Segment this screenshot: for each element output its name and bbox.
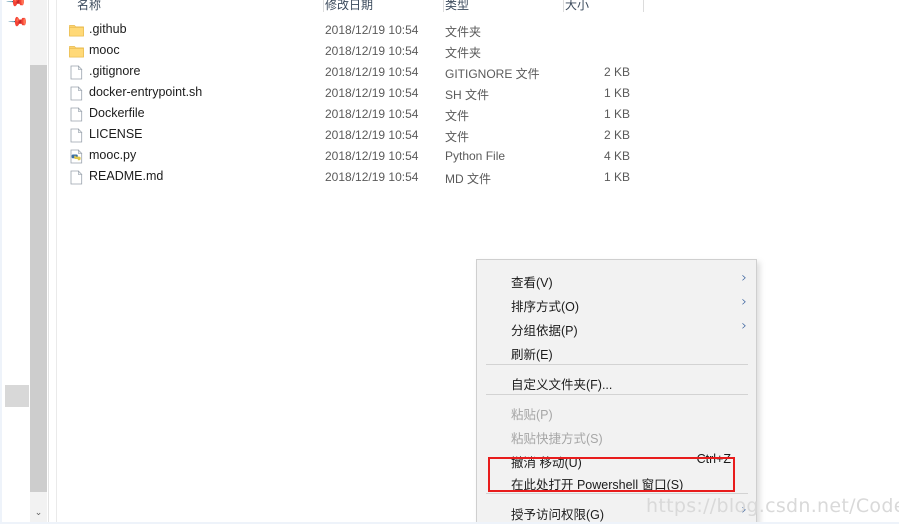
file-date-cell: 2018/12/19 10:54 bbox=[325, 86, 419, 100]
file-size-cell: 1 KB bbox=[603, 107, 630, 121]
file-name-cell: mooc.py bbox=[89, 148, 137, 162]
context-menu-item-label: 授予访问权限(G) bbox=[511, 508, 605, 522]
file-type-cell: SH 文件 bbox=[445, 88, 490, 102]
file-name-cell: Dockerfile bbox=[89, 106, 145, 120]
context-menu-item[interactable]: 在此处打开 Powershell 窗口(S) bbox=[478, 470, 757, 494]
file-row[interactable]: docker-entrypoint.sh 2018/12/19 10:54 SH 文… bbox=[57, 83, 899, 104]
file-row[interactable]: LICENSE 2018/12/19 10:54 文件 2 KB bbox=[57, 125, 899, 146]
file-type-cell: GITIGNORE 文件 bbox=[445, 67, 540, 81]
context-menu-item: 粘贴(P) bbox=[478, 400, 757, 424]
file-name-cell: docker-entrypoint.sh bbox=[89, 85, 203, 99]
pin-icon[interactable]: 📌 bbox=[7, 11, 29, 34]
file-date-cell: 2018/12/19 10:54 bbox=[325, 107, 419, 121]
context-menu-item-label: 撤消 移动(U) bbox=[511, 456, 582, 470]
file-name-cell: LICENSE bbox=[89, 127, 143, 141]
file-row[interactable]: Dockerfile 2018/12/19 10:54 文件 1 KB bbox=[57, 104, 899, 125]
file-icon bbox=[69, 107, 84, 122]
file-size-cell: 1 KB bbox=[603, 86, 630, 100]
folder-icon bbox=[69, 23, 84, 38]
chevron-right-icon: › bbox=[741, 294, 747, 310]
file-date-cell: 2018/12/19 10:54 bbox=[325, 44, 419, 58]
file-row[interactable]: mooc.py 2018/12/19 10:54 Python File 4 KB bbox=[57, 146, 899, 167]
context-menu-item-label: 刷新(E) bbox=[511, 348, 553, 362]
chevron-right-icon: › bbox=[741, 318, 747, 334]
file-icon bbox=[69, 65, 84, 80]
header-underline bbox=[57, 12, 899, 13]
window-left-edge bbox=[0, 0, 2, 524]
file-name-cell: .gitignore bbox=[89, 64, 141, 78]
context-menu-item-label: 分组依据(P) bbox=[511, 324, 578, 338]
file-row[interactable]: .github 2018/12/19 10:54 文件夹 bbox=[57, 20, 899, 41]
file-date-cell: 2018/12/19 10:54 bbox=[325, 23, 419, 37]
menu-separator bbox=[486, 394, 748, 395]
file-date-cell: 2018/12/19 10:54 bbox=[325, 65, 419, 79]
context-menu-item[interactable]: 刷新(E) bbox=[478, 340, 757, 364]
context-menu-item-label: 查看(V) bbox=[511, 276, 553, 290]
chevron-right-icon: › bbox=[741, 270, 747, 286]
context-menu-item[interactable]: 排序方式(O) › bbox=[478, 292, 757, 316]
nav-selected-item[interactable] bbox=[5, 385, 29, 407]
file-type-cell: 文件夹 bbox=[445, 25, 482, 39]
file-name-cell: .github bbox=[89, 22, 127, 36]
file-icon bbox=[69, 86, 84, 101]
file-size-cell: 1 KB bbox=[603, 170, 630, 184]
context-menu-item-shortcut: Ctrl+Z bbox=[696, 452, 731, 466]
file-type-cell: Python File bbox=[445, 149, 506, 163]
pane-divider[interactable] bbox=[48, 0, 49, 524]
nav-scrollbar-thumb[interactable] bbox=[30, 65, 47, 492]
file-icon bbox=[69, 128, 84, 143]
menu-separator bbox=[486, 364, 748, 365]
context-menu-item-label: 在此处打开 Powershell 窗口(S) bbox=[511, 478, 684, 492]
file-icon bbox=[69, 170, 84, 185]
scroll-down-icon[interactable]: ⌄ bbox=[30, 492, 47, 524]
file-size-cell: 4 KB bbox=[603, 149, 630, 163]
context-menu-item[interactable]: 分组依据(P) › bbox=[478, 316, 757, 340]
folder-icon bbox=[69, 44, 84, 59]
column-separator[interactable] bbox=[563, 0, 564, 12]
context-menu-item: 粘贴快捷方式(S) bbox=[478, 424, 757, 448]
file-size-cell: 2 KB bbox=[603, 65, 630, 79]
file-date-cell: 2018/12/19 10:54 bbox=[325, 128, 419, 142]
file-type-cell: MD 文件 bbox=[445, 172, 491, 186]
column-separator[interactable] bbox=[643, 0, 644, 12]
file-row[interactable]: README.md 2018/12/19 10:54 MD 文件 1 KB bbox=[57, 167, 899, 188]
context-menu-item-label: 排序方式(O) bbox=[511, 300, 580, 314]
file-row[interactable]: .gitignore 2018/12/19 10:54 GITIGNORE 文件 2 … bbox=[57, 62, 899, 83]
file-explorer-screenshot: 📌 📌 ⌄ 名称 修改日期 类型 大小 .github 2018/12/19 10… bbox=[0, 0, 899, 524]
file-name-cell: README.md bbox=[89, 169, 164, 183]
column-separator[interactable] bbox=[443, 0, 444, 12]
watermark-text: https://blog.csdn.net/Codeliang666 bbox=[646, 495, 899, 517]
file-date-cell: 2018/12/19 10:54 bbox=[325, 149, 419, 163]
file-type-cell: 文件夹 bbox=[445, 46, 482, 60]
context-menu-item-label: 粘贴快捷方式(S) bbox=[511, 432, 603, 446]
file-type-cell: 文件 bbox=[445, 109, 470, 123]
column-separator[interactable] bbox=[323, 0, 324, 12]
file-name-cell: mooc bbox=[89, 43, 120, 57]
context-menu-item[interactable]: 撤消 移动(U) Ctrl+Z bbox=[478, 448, 757, 472]
navigation-pane: 📌 📌 bbox=[0, 0, 29, 524]
python-file-icon bbox=[69, 149, 84, 164]
file-type-cell: 文件 bbox=[445, 130, 470, 144]
file-size-cell: 2 KB bbox=[603, 128, 630, 142]
context-menu-item-label: 粘贴(P) bbox=[511, 408, 553, 422]
context-menu-item[interactable]: 查看(V) › bbox=[478, 268, 757, 292]
file-date-cell: 2018/12/19 10:54 bbox=[325, 170, 419, 184]
context-menu-item-label: 自定义文件夹(F)... bbox=[511, 378, 613, 392]
file-row[interactable]: mooc 2018/12/19 10:54 文件夹 bbox=[57, 41, 899, 62]
context-menu-item[interactable]: 自定义文件夹(F)... bbox=[478, 370, 757, 394]
context-menu: 查看(V) › 排序方式(O) › 分组依据(P) › 刷新(E) 自定义文件夹(F)... 粘… bbox=[476, 259, 757, 524]
column-header-row: 名称 修改日期 类型 大小 bbox=[57, 0, 899, 13]
